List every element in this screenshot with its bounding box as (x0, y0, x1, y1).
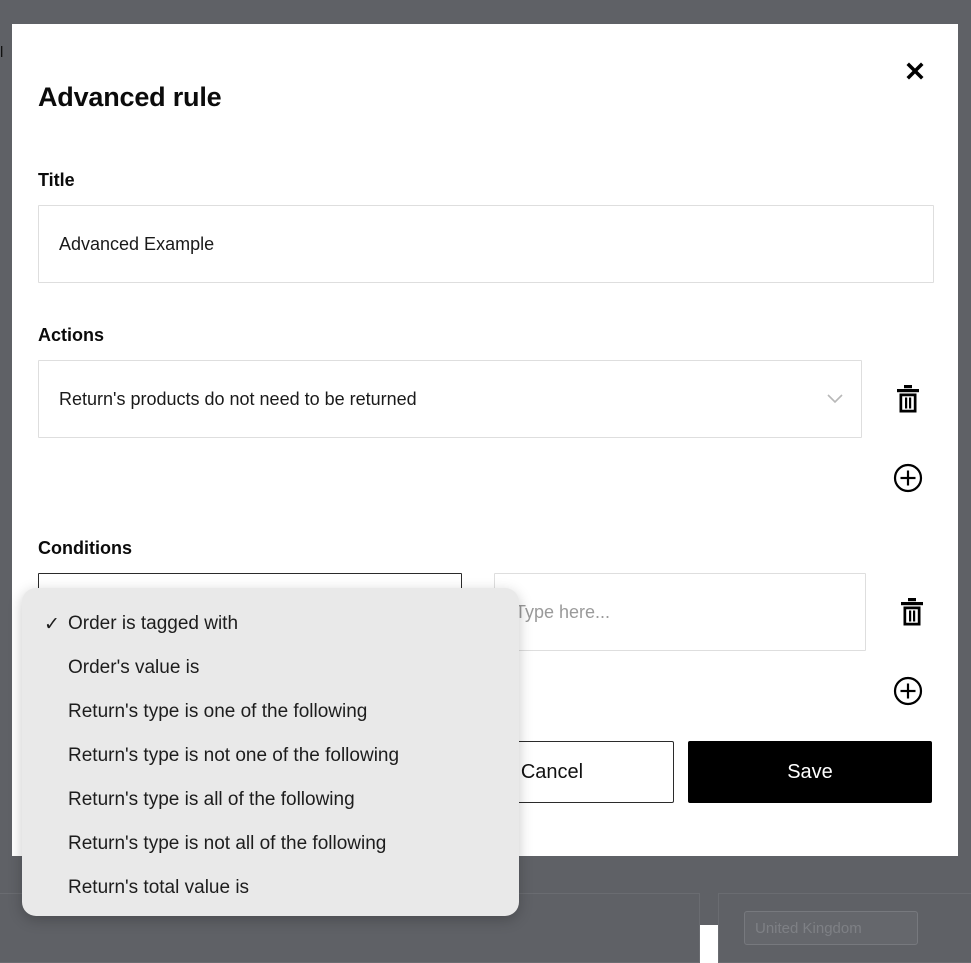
delete-condition-button[interactable] (892, 592, 932, 632)
save-button[interactable]: Save (688, 741, 932, 803)
trash-icon (899, 597, 925, 627)
dropdown-option-label: Return's type is not all of the followin… (68, 833, 386, 855)
dropdown-option[interactable]: Return's type is not all of the followin… (22, 822, 519, 866)
dropdown-option-label: Order is tagged with (68, 613, 238, 635)
dropdown-option-label: Return's type is not one of the followin… (68, 745, 399, 767)
add-action-row (38, 458, 928, 498)
action-select-value: Return's products do not need to be retu… (39, 389, 417, 410)
action-select[interactable]: Return's products do not need to be retu… (38, 360, 862, 438)
background-country-field: United Kingdom (744, 911, 918, 945)
plus-circle-icon (893, 676, 923, 706)
dropdown-option[interactable]: ✓ Order is tagged with (22, 602, 519, 646)
actions-section: Actions Return's products do not need to… (38, 325, 932, 498)
conditions-label: Conditions (38, 538, 932, 559)
title-input[interactable] (38, 205, 934, 283)
trash-icon (895, 384, 921, 414)
background-text-fragment: l (0, 44, 6, 58)
dropdown-option-label: Order's value is (68, 657, 199, 679)
title-section: Title (38, 170, 932, 283)
dropdown-option[interactable]: Return's type is one of the following (22, 690, 519, 734)
actions-label: Actions (38, 325, 932, 346)
dropdown-option[interactable]: Return's type is all of the following (22, 778, 519, 822)
dialog-title: Advanced rule (38, 82, 932, 113)
dropdown-option-label: Return's total value is (68, 877, 249, 899)
dropdown-option-label: Return's type is all of the following (68, 789, 355, 811)
dropdown-option-label: Return's type is one of the following (68, 701, 367, 723)
dropdown-option[interactable]: Return's total value is (22, 866, 519, 910)
delete-action-button[interactable] (888, 379, 928, 419)
add-condition-button[interactable] (888, 671, 928, 711)
check-icon: ✓ (44, 613, 60, 636)
chevron-down-icon (827, 394, 843, 404)
action-row: Return's products do not need to be retu… (38, 360, 932, 438)
title-label: Title (38, 170, 932, 191)
close-icon (902, 58, 928, 84)
dropdown-option[interactable]: Return's type is not one of the followin… (22, 734, 519, 778)
add-action-button[interactable] (888, 458, 928, 498)
plus-circle-icon (893, 463, 923, 493)
condition-dropdown-menu[interactable]: ✓ Order is tagged with Order's value is Ret… (22, 588, 519, 916)
dropdown-option[interactable]: Order's value is (22, 646, 519, 690)
condition-value-input[interactable] (494, 573, 866, 651)
close-button[interactable] (894, 50, 936, 92)
